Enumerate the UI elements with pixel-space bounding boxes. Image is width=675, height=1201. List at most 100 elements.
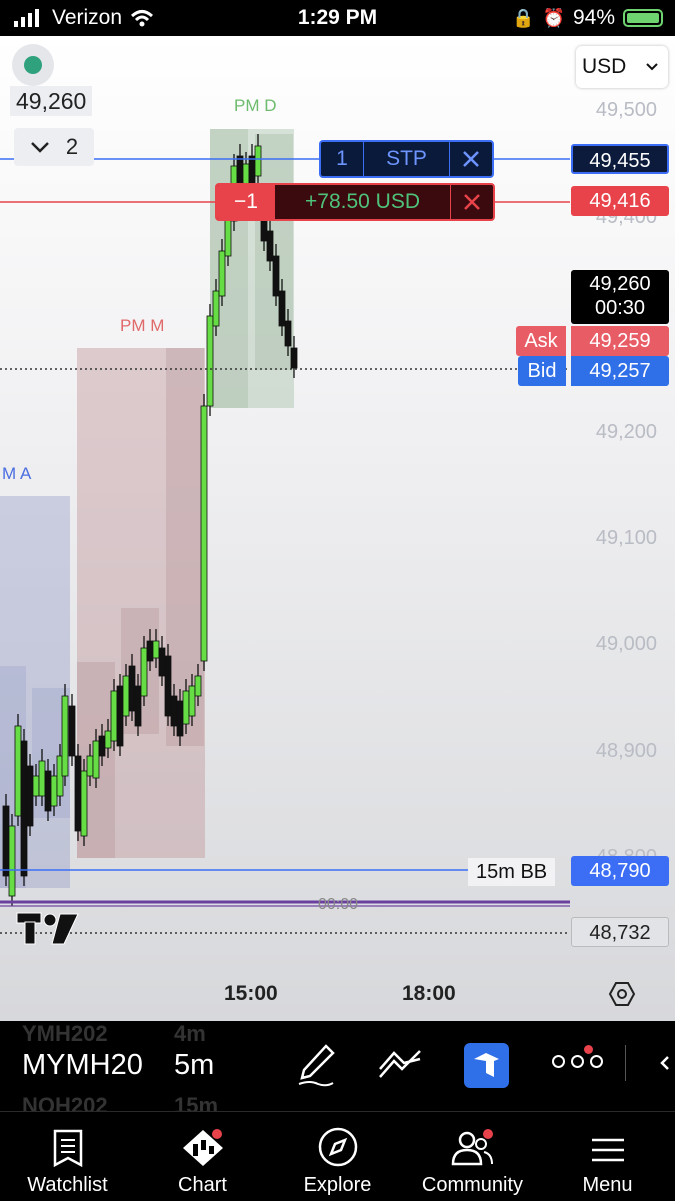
- tab-label: Menu: [582, 1174, 633, 1196]
- candle-body: [152, 640, 160, 659]
- candle-body: [122, 675, 130, 717]
- current-price: 49,260: [589, 273, 651, 295]
- candle-body: [98, 735, 106, 757]
- stop-order-widget[interactable]: 1 STP: [319, 140, 494, 178]
- candle-body: [176, 700, 184, 737]
- status-bar: Verizon 1:29 PM 🔒 ⏰ 94%: [0, 0, 675, 36]
- position-qty[interactable]: −1: [217, 185, 275, 219]
- candle-body: [164, 655, 172, 717]
- time-label: 18:00: [402, 982, 456, 1005]
- candle-body: [128, 665, 136, 712]
- tab-label: Chart: [178, 1174, 227, 1196]
- symbol-button[interactable]: MYMH20: [22, 1049, 144, 1082]
- bid-price: 49,257: [571, 356, 669, 386]
- tab-label: Community: [421, 1174, 524, 1196]
- trading-panel-button[interactable]: [464, 1043, 509, 1088]
- close-icon: [464, 194, 480, 210]
- chevron-down-icon: [646, 63, 658, 71]
- battery-icon: [623, 9, 663, 27]
- alarm-icon: ⏰: [542, 7, 565, 28]
- bid-label: Bid: [518, 356, 566, 386]
- tab-explore[interactable]: Explore: [270, 1112, 405, 1201]
- battery-percent: 94%: [572, 6, 615, 29]
- candle-body: [68, 705, 76, 757]
- ask-price: 49,259: [571, 326, 669, 356]
- candle-body: [86, 755, 94, 777]
- tab-menu[interactable]: Menu: [540, 1112, 675, 1201]
- bar-countdown: 00:30: [594, 297, 646, 319]
- candle-body: [284, 320, 292, 347]
- interval-button[interactable]: 5m: [174, 1049, 214, 1082]
- menu-icon: [591, 1138, 624, 1162]
- session-label-m-a: M A: [2, 464, 32, 483]
- candle-body: [140, 647, 148, 697]
- arrow-left-icon[interactable]: [658, 1055, 674, 1071]
- watchlist-icon: [53, 1129, 82, 1168]
- last-price-badge: 49,260: [10, 86, 93, 116]
- candle-body: [104, 730, 112, 749]
- cancel-stop-button[interactable]: [450, 142, 492, 176]
- stop-order-qty[interactable]: 1: [321, 142, 364, 176]
- candle-body: [200, 405, 208, 662]
- draw-pen-icon[interactable]: [296, 1043, 336, 1087]
- candle-body: [182, 690, 190, 725]
- time-hint: 00:00: [318, 896, 359, 913]
- candle-body: [2, 805, 10, 877]
- status-right: 🔒 ⏰ 94%: [512, 6, 663, 30]
- compass-icon: [318, 1127, 357, 1167]
- candle-body: [14, 725, 22, 817]
- bb-label: 15m BB: [468, 858, 556, 886]
- candle-body: [266, 230, 274, 262]
- session-label-pm-d: PM D: [234, 96, 277, 115]
- candle-body: [50, 775, 58, 807]
- candle-body: [236, 155, 244, 187]
- stop-order-type[interactable]: STP: [364, 142, 450, 176]
- tab-label: Watchlist: [27, 1174, 108, 1196]
- candle-body: [26, 765, 34, 827]
- candle-body: [170, 695, 178, 727]
- candle-body: [224, 215, 232, 257]
- candle-body: [8, 825, 16, 897]
- indicators-icon[interactable]: [378, 1049, 424, 1081]
- currency-value: USD: [582, 55, 627, 78]
- candle-body: [218, 250, 226, 297]
- candle-body: [110, 690, 118, 742]
- candle-body: [278, 290, 286, 327]
- candle-body: [38, 760, 46, 797]
- tab-chart[interactable]: Chart: [135, 1112, 270, 1201]
- candle-body: [92, 740, 100, 779]
- tab-watchlist[interactable]: Watchlist: [0, 1112, 135, 1201]
- community-icon: [451, 1129, 493, 1166]
- close-position-button[interactable]: [451, 185, 493, 219]
- candle-body: [272, 255, 280, 297]
- layout-toggle-button[interactable]: 2: [14, 128, 94, 166]
- candle-body: [80, 770, 88, 837]
- currency-select[interactable]: USD: [576, 46, 668, 88]
- chevron-down-icon: [30, 142, 49, 153]
- candle-body: [194, 675, 202, 697]
- trading-panel-icon: [474, 1053, 499, 1077]
- symbol-prev: YMH202: [22, 1021, 108, 1046]
- tab-community[interactable]: Community: [405, 1112, 540, 1201]
- position-pnl: +78.50 USD: [275, 185, 451, 219]
- interval-prev: 4m: [174, 1021, 206, 1046]
- candle-body: [248, 155, 256, 187]
- market-status-indicator[interactable]: [12, 44, 54, 86]
- session-label-pm-m: PM M: [120, 316, 165, 335]
- price-tick: 49,000: [595, 633, 657, 655]
- more-options-button[interactable]: [552, 1055, 603, 1068]
- chart-settings-icon[interactable]: [608, 980, 636, 1008]
- chart-area[interactable]: PM D PM M M A 49,260 2 USD 49,500 49,400…: [0, 36, 675, 1021]
- layout-count: 2: [65, 134, 79, 159]
- tradingview-logo-icon: [16, 912, 79, 945]
- rotation-lock-icon: 🔒: [512, 7, 535, 28]
- candle-body: [212, 290, 220, 327]
- price-tick: 49,500: [595, 99, 657, 121]
- market-open-dot-icon: [24, 56, 42, 74]
- stop-price-label: 49,455: [571, 144, 669, 174]
- position-widget[interactable]: −1 +78.50 USD: [215, 183, 495, 221]
- candle-body: [20, 740, 28, 877]
- candle-body: [61, 695, 69, 777]
- position-price-label: 49,416: [571, 186, 669, 216]
- tab-label: Explore: [303, 1174, 372, 1196]
